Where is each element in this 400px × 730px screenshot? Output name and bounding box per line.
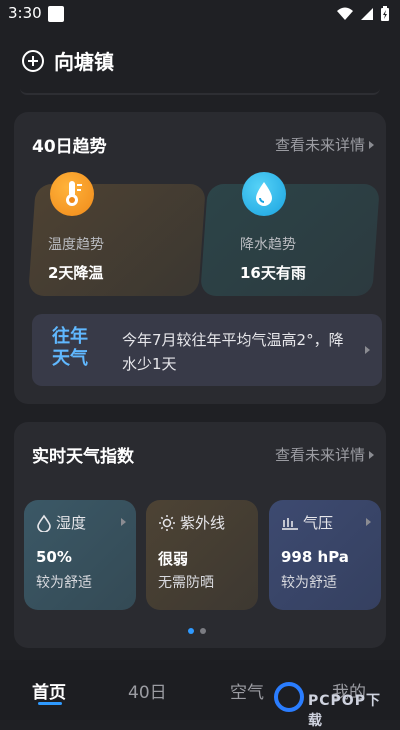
weather-index-card: 实时天气指数 查看未来详情 湿度 50% 较为舒适 紫外线 很弱 无需防晒 气压…	[14, 422, 386, 648]
active-tab-indicator	[38, 702, 62, 705]
uv-tile[interactable]: 紫外线 很弱 无需防晒	[146, 500, 258, 610]
history-tag-line2: 天气	[52, 348, 88, 369]
humidity-tile-header: 湿度	[36, 512, 86, 533]
add-city-icon[interactable]	[22, 50, 44, 72]
humidity-drop-icon	[37, 514, 51, 532]
rain-trend-value: 16天有雨	[240, 264, 306, 282]
signal-icon	[361, 8, 373, 20]
chevron-right-icon	[369, 140, 374, 149]
chevron-right-icon	[369, 450, 374, 459]
status-bar: 3:30	[0, 0, 400, 30]
weather-index-title: 实时天气指数	[32, 447, 134, 467]
status-time: 3:30	[8, 4, 42, 22]
city-name[interactable]: 向塘镇	[54, 46, 114, 75]
trend-more-link[interactable]: 查看未来详情	[275, 134, 374, 155]
temperature-trend-value: 2天降温	[48, 264, 104, 282]
top-divider	[20, 88, 380, 95]
raindrop-icon	[242, 172, 286, 216]
history-weather-row[interactable]: 往年 天气 今年7月较往年平均气温高2°，降水少1天	[32, 314, 382, 386]
chevron-right-icon	[121, 518, 126, 526]
temperature-trend-label: 温度趋势	[48, 237, 104, 253]
page-indicator	[188, 628, 206, 634]
wifi-icon	[337, 7, 353, 20]
pressure-value: 998 hPa	[281, 548, 349, 566]
history-tag-line1: 往年	[52, 326, 88, 347]
rain-trend-content: 降水趋势 16天有雨	[224, 172, 384, 296]
thermometer-icon	[50, 172, 94, 216]
humidity-label: 湿度	[56, 514, 87, 532]
humidity-tile[interactable]: 湿度 50% 较为舒适	[24, 500, 136, 610]
rain-trend-label: 降水趋势	[240, 237, 296, 253]
chevron-right-icon	[366, 518, 371, 526]
pressure-tile[interactable]: 气压 998 hPa 较为舒适	[269, 500, 381, 610]
status-icons	[336, 6, 390, 22]
notification-icon	[48, 6, 64, 22]
uv-desc: 无需防晒	[158, 575, 214, 591]
tab-home[interactable]: 首页	[32, 678, 66, 703]
temperature-trend-content: 温度趋势 2天降温	[32, 172, 202, 296]
pressure-gauge-icon	[282, 517, 298, 530]
trend-more-label: 查看未来详情	[274, 136, 365, 154]
pressure-label: 气压	[303, 514, 334, 532]
uv-value: 很弱	[158, 550, 189, 568]
trend-card: 40日趋势 查看未来详情 温度趋势 2天降温 降水趋势 16天有雨 往年 天气 …	[14, 112, 386, 404]
chevron-right-icon	[365, 346, 370, 354]
tab-air[interactable]: 空气	[230, 678, 264, 703]
weather-index-more-link[interactable]: 查看未来详情	[275, 444, 374, 465]
watermark-logo-icon	[274, 682, 304, 712]
history-weather-text: 今年7月较往年平均气温高2°，降水少1天	[122, 331, 344, 373]
pressure-desc: 较为舒适	[281, 575, 337, 591]
uv-tile-header: 紫外线	[158, 512, 225, 533]
top-bar: 向塘镇	[0, 40, 400, 86]
tab-40-days[interactable]: 40日	[128, 678, 167, 703]
page-dot-active[interactable]	[188, 628, 194, 634]
uv-label: 紫外线	[180, 514, 226, 532]
sun-icon	[159, 514, 175, 531]
weather-index-more-label: 查看未来详情	[274, 446, 365, 464]
pressure-tile-header: 气压	[281, 512, 333, 533]
trend-card-title: 40日趋势	[32, 137, 107, 157]
watermark-text: PCPOP下载	[308, 693, 381, 729]
battery-icon	[381, 6, 389, 21]
humidity-desc: 较为舒适	[36, 575, 92, 591]
page-dot[interactable]	[200, 628, 206, 634]
humidity-value: 50%	[36, 548, 72, 566]
watermark-logo: PCPOP下载	[274, 682, 394, 729]
history-weather-tag: 往年 天气	[52, 326, 88, 370]
